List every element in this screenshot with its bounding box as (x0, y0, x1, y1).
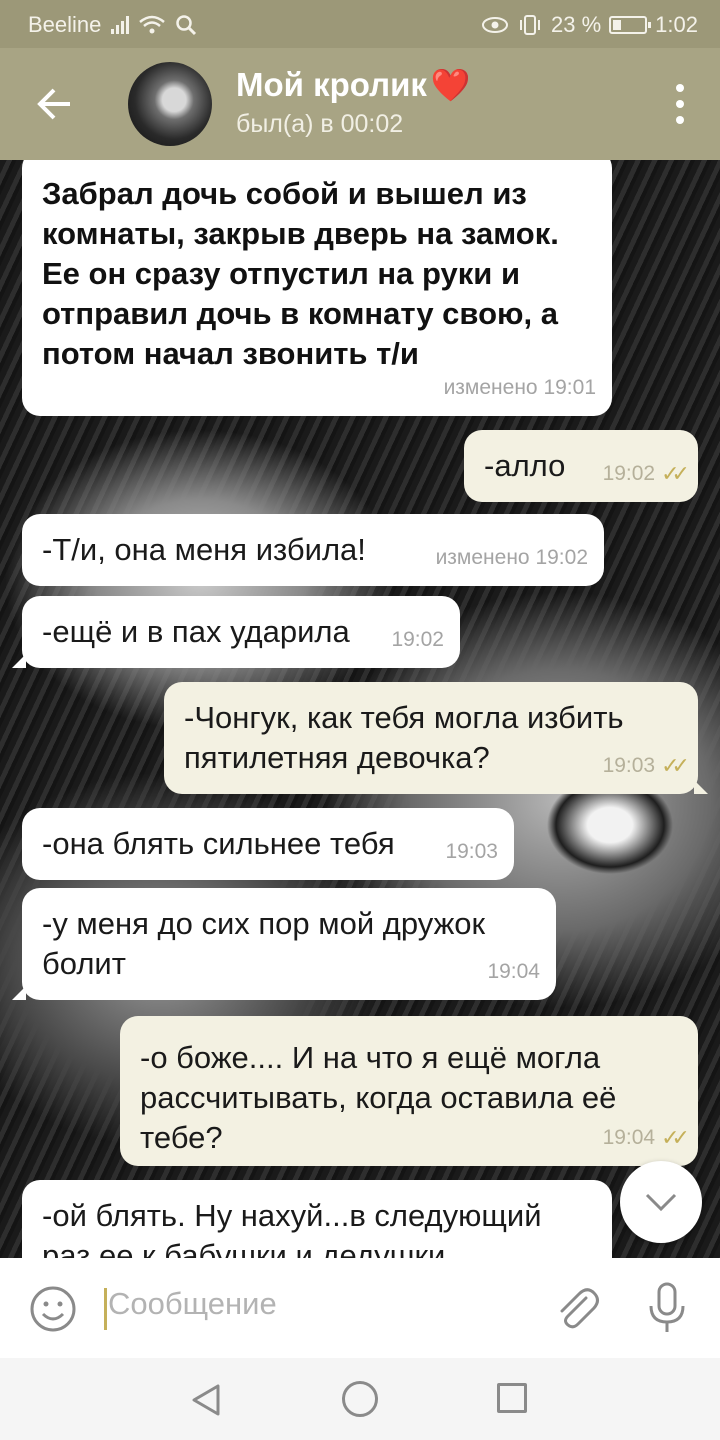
avatar[interactable] (128, 62, 212, 146)
read-checkmarks-icon: ✓✓ (661, 753, 690, 778)
message-time: изменено 19:02 (435, 546, 588, 569)
message-time: 19:03 (445, 840, 498, 863)
microphone-icon (649, 1282, 685, 1332)
message-bubble[interactable]: -у меня до сих пор мой дружок болит 19:0… (12, 888, 556, 1000)
search-icon (176, 15, 197, 36)
message-time: 19:04 (487, 960, 540, 983)
arrow-left-icon (37, 88, 70, 120)
message-bubble[interactable]: -алло 19:02 ✓✓ (464, 430, 698, 502)
more-vert-icon[interactable] (670, 84, 690, 124)
chat-title-text: Мой кролик (236, 66, 427, 103)
message-time: 19:02 (602, 462, 656, 485)
message-bubble[interactable]: -Чонгук, как тебя могла избить пятилетня… (164, 682, 708, 794)
message-bubble[interactable]: Забрал дочь собой и вышел из комнаты, за… (22, 160, 612, 416)
chat-messages[interactable]: Забрал дочь собой и вышел из комнаты, за… (0, 160, 720, 1258)
signal-icon (111, 16, 130, 34)
read-checkmarks-icon: ✓✓ (661, 1125, 690, 1150)
message-time: 19:04 (602, 1126, 656, 1149)
nav-recents-icon[interactable] (497, 1383, 527, 1413)
emoji-button[interactable] (28, 1284, 78, 1334)
clock: 1:02 (655, 12, 698, 37)
carrier-name: Beeline (28, 12, 102, 37)
wifi-icon (139, 15, 166, 34)
nav-back-icon[interactable] (188, 1382, 224, 1418)
message-text: -у меня до сих пор мой дружок болит (42, 906, 486, 981)
message-input[interactable]: Сообщение (108, 1286, 277, 1322)
message-bubble[interactable]: -она блять сильнее тебя 19:03 (22, 808, 514, 880)
last-seen-status: был(а) в 00:02 (236, 110, 404, 138)
vibrate-icon (520, 15, 541, 35)
attach-button[interactable] (550, 1282, 602, 1334)
message-bubble[interactable]: -ой блять. Ну нахуй...в следующий раз ее… (22, 1180, 612, 1258)
emoji-icon (30, 1286, 76, 1332)
system-nav-bar (0, 1358, 720, 1440)
scroll-down-button[interactable] (620, 1161, 702, 1243)
message-text: Забрал дочь собой и вышел из комнаты, за… (42, 176, 559, 371)
paperclip-icon (560, 1288, 599, 1329)
text-cursor (104, 1288, 107, 1330)
microphone-button[interactable] (644, 1280, 690, 1336)
chevron-down-icon (645, 1193, 677, 1212)
chat-title[interactable]: Мой кролик ❤️ (236, 66, 471, 104)
message-text: -она блять сильнее тебя (42, 826, 395, 861)
message-time: изменено 19:01 (443, 376, 596, 399)
heart-emoji: ❤️ (430, 67, 471, 103)
read-checkmarks-icon: ✓✓ (661, 461, 690, 486)
back-button[interactable] (28, 78, 80, 130)
battery-percent: 23 % (551, 12, 602, 37)
status-bar: Beeline 23 % 1:02 (0, 0, 720, 48)
message-input-bar: Сообщение (0, 1258, 720, 1358)
message-time: 19:02 (391, 628, 444, 651)
battery-icon (609, 16, 652, 34)
chat-header: Мой кролик ❤️ был(а) в 00:02 (0, 48, 720, 160)
message-text: -ой блять. Ну нахуй...в следующий раз ее… (42, 1198, 542, 1258)
message-bubble[interactable]: -ещё и в пах ударила 19:02 (12, 596, 460, 668)
message-time: 19:03 (602, 754, 656, 777)
message-bubble[interactable]: -о боже.... И на что я ещё могла рассчит… (120, 1016, 698, 1166)
message-bubble[interactable]: -Т/и, она меня избила! изменено 19:02 (22, 514, 604, 586)
eye-icon (482, 17, 509, 33)
nav-home-icon[interactable] (342, 1381, 378, 1417)
